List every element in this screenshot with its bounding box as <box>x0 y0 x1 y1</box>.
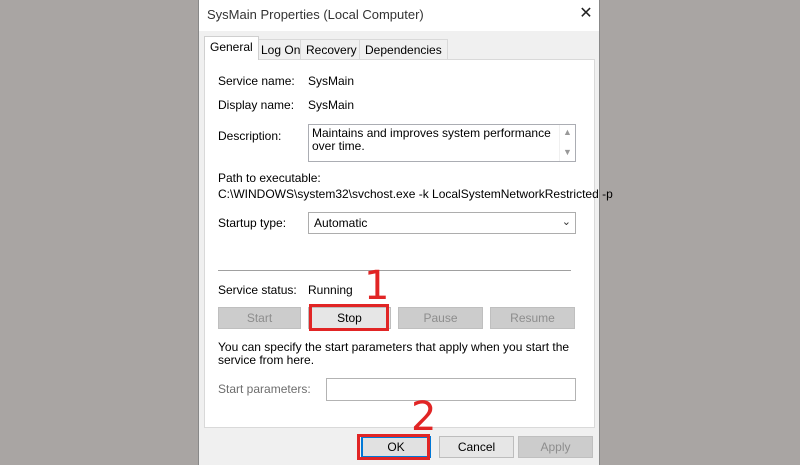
chevron-down-icon: ⌄ <box>561 216 571 228</box>
description-box[interactable]: Maintains and improves system performanc… <box>308 124 576 162</box>
properties-dialog: SysMain Properties (Local Computer) ✕ Ge… <box>198 0 613 465</box>
pause-button[interactable]: Pause <box>398 307 483 329</box>
step-2-label: 2 <box>411 394 437 440</box>
title-bar[interactable]: SysMain Properties (Local Computer) ✕ <box>199 0 599 31</box>
tab-general[interactable]: General <box>204 36 259 60</box>
tab-recovery[interactable]: Recovery <box>300 39 363 59</box>
display-name-label: Display name: <box>218 98 295 112</box>
scroll-down-icon[interactable]: ▼ <box>563 147 572 157</box>
step-1-label: 1 <box>364 263 390 309</box>
cancel-button[interactable]: Cancel <box>439 436 514 458</box>
separator <box>218 270 571 271</box>
path-value: C:\WINDOWS\system32\svchost.exe -k Local… <box>218 187 613 201</box>
service-name-value: SysMain <box>308 74 355 88</box>
service-status-value: Running <box>308 283 353 297</box>
description-text: Maintains and improves system performanc… <box>312 126 551 153</box>
tab-dependencies[interactable]: Dependencies <box>359 39 448 59</box>
description-label: Description: <box>218 129 282 143</box>
dialog-title: SysMain Properties (Local Computer) <box>207 7 424 22</box>
start-params-hint: You can specify the start parameters tha… <box>218 340 570 367</box>
general-tab-panel: Service name: SysMain Display name: SysM… <box>204 59 613 428</box>
start-params-label: Start parameters: <box>218 382 311 396</box>
startup-type-dropdown[interactable]: Automatic ⌄ <box>308 212 576 234</box>
description-scrollbar[interactable]: ▲ ▼ <box>559 125 575 161</box>
path-label: Path to executable: <box>218 171 321 185</box>
start-params-input[interactable] <box>326 378 576 401</box>
resume-button[interactable]: Resume <box>490 307 575 329</box>
service-name-label: Service name: <box>218 74 295 88</box>
scroll-up-icon[interactable]: ▲ <box>563 127 572 137</box>
close-icon[interactable]: ✕ <box>575 3 597 25</box>
tab-log-on[interactable]: Log On <box>255 39 307 59</box>
startup-type-label: Startup type: <box>218 216 287 230</box>
startup-type-value: Automatic <box>314 216 368 230</box>
apply-button[interactable]: Apply <box>518 436 593 458</box>
service-status-label: Service status: <box>218 283 297 297</box>
display-name-value: SysMain <box>308 98 355 112</box>
start-button[interactable]: Start <box>218 307 301 329</box>
